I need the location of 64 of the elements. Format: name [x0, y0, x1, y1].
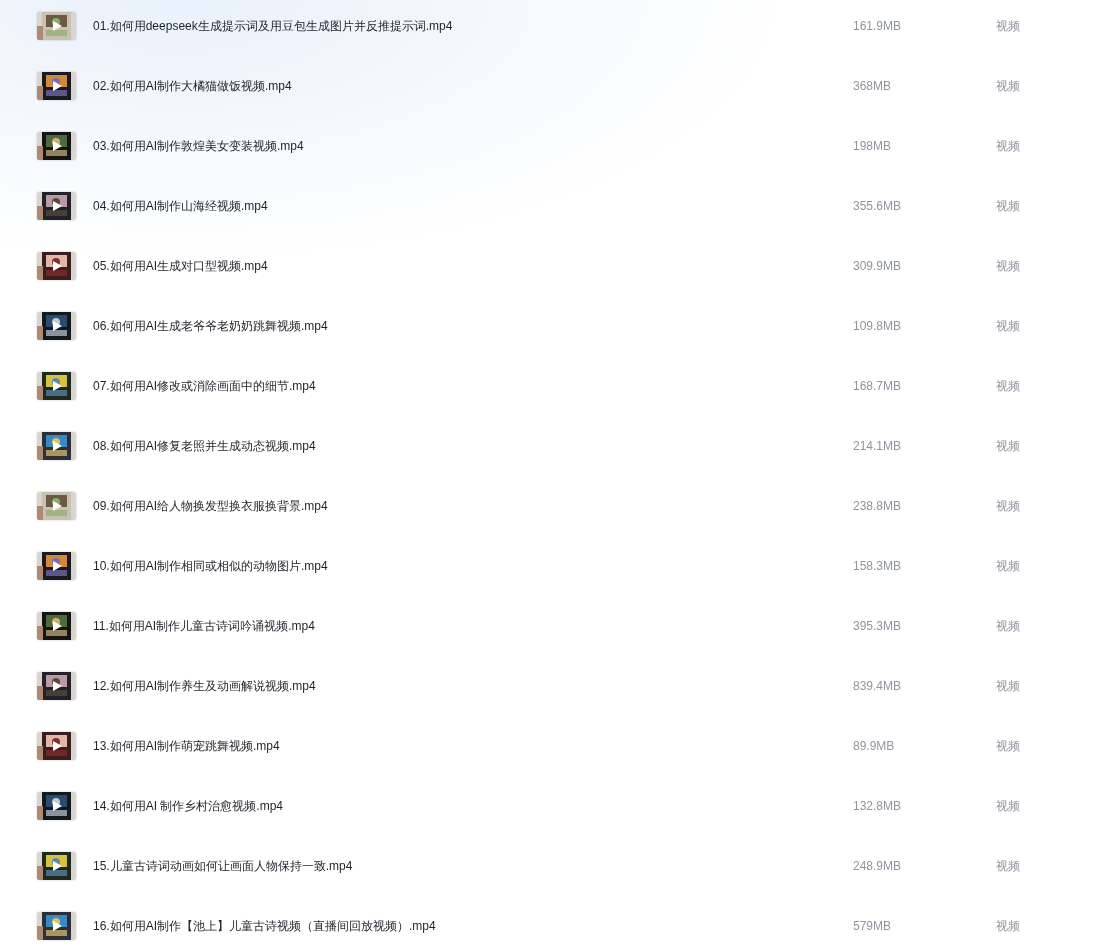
play-icon: [51, 440, 63, 452]
file-type: 视频: [996, 918, 1020, 935]
play-icon: [51, 560, 63, 572]
file-type: 视频: [996, 18, 1020, 35]
file-name[interactable]: 06.如何用AI生成老爷爷老奶奶跳舞视频.mp4: [93, 312, 853, 340]
file-type: 视频: [996, 258, 1020, 275]
play-icon: [51, 860, 63, 872]
file-name[interactable]: 13.如何用AI制作萌宠跳舞视频.mp4: [93, 732, 853, 760]
file-name[interactable]: 03.如何用AI制作敦煌美女变装视频.mp4: [93, 132, 853, 160]
file-size: 238.8MB: [853, 498, 903, 515]
play-icon: [51, 200, 63, 212]
play-icon: [51, 80, 63, 92]
file-type: 视频: [996, 858, 1020, 875]
file-type: 视频: [996, 498, 1020, 515]
file-name[interactable]: 04.如何用AI制作山海经视频.mp4: [93, 192, 853, 220]
file-name[interactable]: 08.如何用AI修复老照并生成动态视频.mp4: [93, 432, 853, 460]
file-type: 视频: [996, 438, 1020, 455]
file-type: 视频: [996, 78, 1020, 95]
file-size: 109.8MB: [853, 318, 903, 335]
file-type: 视频: [996, 738, 1020, 755]
file-type: 视频: [996, 138, 1020, 155]
file-name[interactable]: 09.如何用AI给人物换发型换衣服换背景.mp4: [93, 492, 853, 520]
play-icon: [51, 320, 63, 332]
play-icon: [51, 380, 63, 392]
file-size: 368MB: [853, 78, 893, 95]
file-size: 214.1MB: [853, 438, 903, 455]
play-icon: [51, 800, 63, 812]
file-name[interactable]: 05.如何用AI生成对口型视频.mp4: [93, 252, 853, 280]
file-name[interactable]: 16.如何用AI制作【池上】儿童古诗视频（直播间回放视频）.mp4: [93, 912, 853, 940]
file-name[interactable]: 02.如何用AI制作大橘猫做饭视频.mp4: [93, 72, 853, 100]
file-name[interactable]: 10.如何用AI制作相同或相似的动物图片.mp4: [93, 552, 853, 580]
play-icon: [51, 740, 63, 752]
play-icon: [51, 620, 63, 632]
file-size: 309.9MB: [853, 258, 903, 275]
file-size: 839.4MB: [853, 678, 903, 695]
file-type: 视频: [996, 558, 1020, 575]
file-name[interactable]: 14.如何用AI 制作乡村治愈视频.mp4: [93, 792, 853, 820]
file-size: 248.9MB: [853, 858, 903, 875]
file-size: 132.8MB: [853, 798, 903, 815]
play-icon: [51, 20, 63, 32]
file-size: 168.7MB: [853, 378, 903, 395]
file-size: 355.6MB: [853, 198, 903, 215]
file-type: 视频: [996, 318, 1020, 335]
file-size: 89.9MB: [853, 738, 896, 755]
file-name[interactable]: 12.如何用AI制作养生及动画解说视频.mp4: [93, 672, 853, 700]
file-type: 视频: [996, 198, 1020, 215]
file-type: 视频: [996, 798, 1020, 815]
play-icon: [51, 500, 63, 512]
file-size: 158.3MB: [853, 558, 903, 575]
file-type: 视频: [996, 618, 1020, 635]
file-name[interactable]: 07.如何用AI修改或消除画面中的细节.mp4: [93, 372, 853, 400]
file-type: 视频: [996, 378, 1020, 395]
play-icon: [51, 920, 63, 932]
file-size: 579MB: [853, 918, 893, 935]
file-size: 198MB: [853, 138, 893, 155]
play-icon: [51, 140, 63, 152]
file-name[interactable]: 01.如何用deepseek生成提示词及用豆包生成图片并反推提示词.mp4: [93, 12, 853, 40]
file-name[interactable]: 11.如何用AI制作儿童古诗词吟诵视频.mp4: [93, 612, 853, 640]
file-size: 395.3MB: [853, 618, 903, 635]
file-name[interactable]: 15.儿童古诗词动画如何让画面人物保持一致.mp4: [93, 852, 853, 880]
file-type: 视频: [996, 678, 1020, 695]
play-icon: [51, 260, 63, 272]
file-size: 161.9MB: [853, 18, 903, 35]
play-icon: [51, 680, 63, 692]
